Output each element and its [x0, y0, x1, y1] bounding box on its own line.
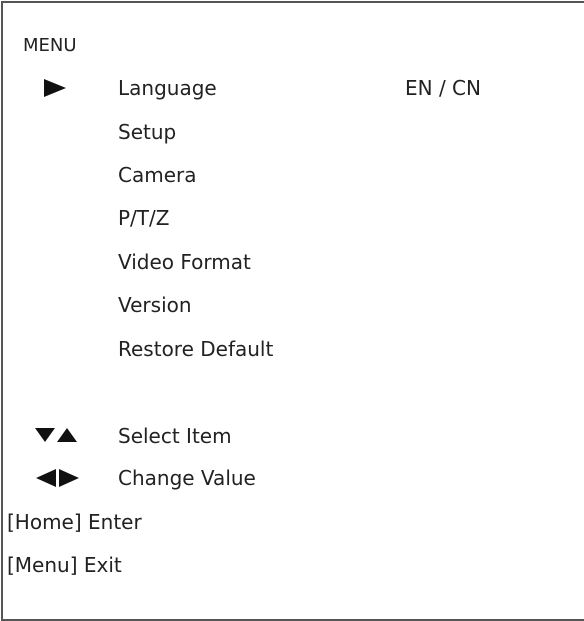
menu-item-language[interactable]: Language — [118, 76, 217, 100]
menu-item-ptz[interactable]: P/T/Z — [118, 206, 169, 230]
menu-item-version[interactable]: Version — [118, 293, 192, 317]
menu-item-language-value[interactable]: EN / CN — [405, 76, 481, 100]
help-select-item: Select Item — [118, 424, 232, 448]
menu-item-restore-default[interactable]: Restore Default — [118, 337, 273, 361]
menu-item-video-format[interactable]: Video Format — [118, 250, 251, 274]
down-triangle-icon — [35, 428, 55, 442]
menu-item-camera[interactable]: Camera — [118, 163, 197, 187]
help-change-value: Change Value — [118, 466, 256, 490]
help-home-enter: [Home] Enter — [7, 510, 142, 534]
selection-cursor-icon — [44, 79, 66, 97]
help-menu-exit: [Menu] Exit — [7, 553, 122, 577]
right-triangle-icon — [59, 469, 79, 487]
menu-title: MENU — [23, 35, 77, 56]
up-triangle-icon — [57, 428, 77, 442]
menu-item-setup[interactable]: Setup — [118, 120, 176, 144]
left-triangle-icon — [36, 469, 56, 487]
